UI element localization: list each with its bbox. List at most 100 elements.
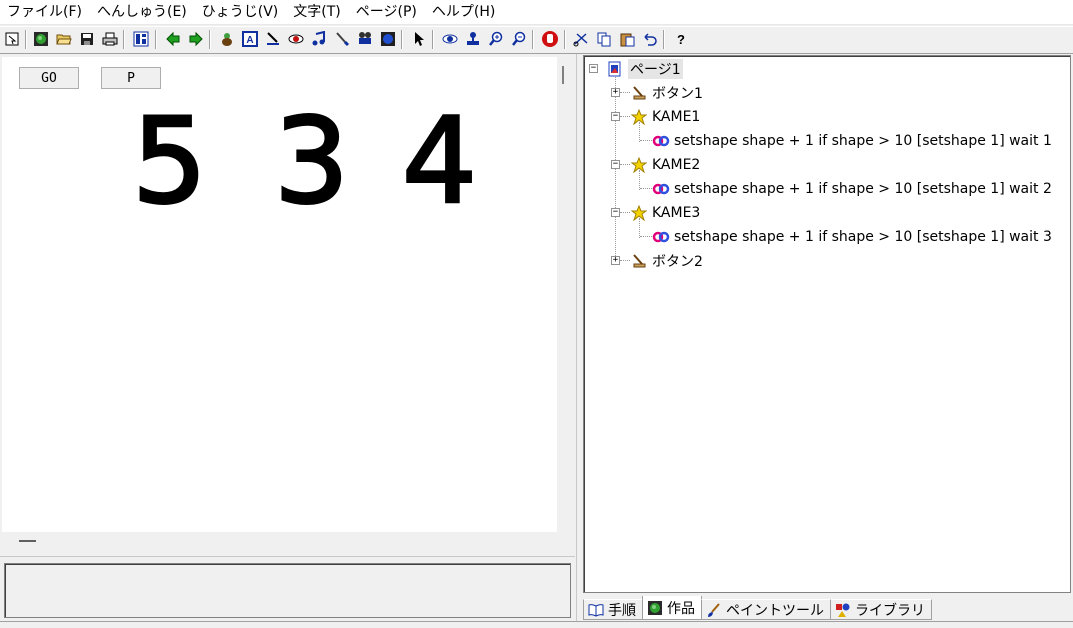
zoom-in-icon[interactable] xyxy=(486,29,506,49)
open-folder-icon[interactable] xyxy=(54,29,74,49)
tab-label: 手順 xyxy=(608,602,636,619)
toolbar-separator xyxy=(532,30,534,49)
record-icon[interactable] xyxy=(378,29,398,49)
divider xyxy=(0,556,575,557)
tree-connector xyxy=(620,116,630,117)
print-icon[interactable] xyxy=(100,29,120,49)
zoom-out-icon[interactable] xyxy=(509,29,529,49)
tree-label: KAME1 xyxy=(652,109,701,125)
toolbar-separator xyxy=(155,30,157,49)
svg-text:A: A xyxy=(246,35,253,46)
undo-icon[interactable] xyxy=(640,29,660,49)
tree-expander-button1[interactable]: + xyxy=(611,88,620,97)
tree-expander-kame3[interactable]: − xyxy=(611,208,620,217)
turtle-digit-1[interactable]: 5 xyxy=(130,101,208,222)
message-minimize-icon[interactable] xyxy=(19,540,36,542)
save-icon[interactable] xyxy=(77,29,97,49)
layout-icon[interactable] xyxy=(131,29,151,49)
tree-expander-kame2[interactable]: − xyxy=(611,160,620,169)
panel-tabs: 手順 作品 ペイントツール ライブラリ xyxy=(583,596,932,620)
paste-icon[interactable] xyxy=(617,29,637,49)
music-icon[interactable] xyxy=(309,29,329,49)
go-button[interactable]: GO xyxy=(19,67,79,89)
menu-edit[interactable]: へんしゅう(E) xyxy=(90,0,195,24)
toolbar-separator xyxy=(25,30,27,49)
button-object-icon xyxy=(630,252,648,270)
tree-item-page1[interactable]: ページ1 xyxy=(606,58,683,80)
tree-item-button2[interactable]: ボタン2 xyxy=(630,250,703,272)
stage-resize-handle[interactable] xyxy=(562,66,564,84)
toolbar-separator xyxy=(123,30,125,49)
help-icon[interactable]: ? xyxy=(671,29,691,49)
tree-item-kame1[interactable]: KAME1 xyxy=(630,106,700,128)
tree-label: ボタン2 xyxy=(652,254,703,270)
panel-splitter[interactable] xyxy=(576,54,581,627)
script-icon xyxy=(652,228,670,246)
turtle-icon[interactable] xyxy=(217,29,237,49)
turtle-object-icon xyxy=(630,156,648,174)
tree-label: KAME2 xyxy=(652,157,701,173)
toolbar-separator xyxy=(401,30,403,49)
button-object-icon xyxy=(630,84,648,102)
eye-shape-icon[interactable] xyxy=(286,29,306,49)
tab-works[interactable]: 作品 xyxy=(642,596,702,620)
forward-arrow-icon[interactable] xyxy=(186,29,206,49)
page-icon xyxy=(606,60,624,78)
eye-icon[interactable] xyxy=(440,29,460,49)
pointer-small-icon[interactable] xyxy=(2,29,22,49)
tree-connector xyxy=(640,188,652,189)
video-icon[interactable] xyxy=(355,29,375,49)
tree-connector xyxy=(620,164,630,165)
back-arrow-icon[interactable] xyxy=(163,29,183,49)
menu-text[interactable]: 文字(T) xyxy=(286,0,348,24)
tree-item-kame3[interactable]: KAME3 xyxy=(630,202,700,224)
tree-expander-root[interactable]: − xyxy=(589,64,598,73)
message-area[interactable] xyxy=(4,563,571,618)
tree-item-script2[interactable]: setshape shape + 1 if shape > 10 [setsha… xyxy=(652,178,1052,200)
pen-icon[interactable] xyxy=(263,29,283,49)
tree-label: setshape shape + 1 if shape > 10 [setsha… xyxy=(674,229,1052,245)
tab-library[interactable]: ライブラリ xyxy=(830,599,932,620)
menu-page[interactable]: ページ(P) xyxy=(349,0,425,24)
p-button[interactable]: P xyxy=(101,67,161,89)
toolbar-separator xyxy=(432,30,434,49)
tree-connector xyxy=(640,236,652,237)
menu-help[interactable]: ヘルプ(H) xyxy=(425,0,503,24)
copy-icon[interactable] xyxy=(594,29,614,49)
tab-label: 作品 xyxy=(667,600,695,617)
turtle-digit-2[interactable]: 3 xyxy=(272,101,350,222)
turtle-digit-3[interactable]: 4 xyxy=(400,101,478,222)
tab-procedure[interactable]: 手順 xyxy=(583,599,643,620)
brush-icon[interactable] xyxy=(332,29,352,49)
tab-paint-tool[interactable]: ペイントツール xyxy=(701,599,831,620)
script-icon xyxy=(652,180,670,198)
stop-hand-icon[interactable] xyxy=(540,29,560,49)
menu-view[interactable]: ひょうじ(V) xyxy=(195,0,287,24)
tree-item-script3[interactable]: setshape shape + 1 if shape > 10 [setsha… xyxy=(652,226,1052,248)
tree-label: ページ1 xyxy=(628,59,683,79)
toolbar: A ? xyxy=(0,26,1073,54)
tab-label: ペイントツール xyxy=(726,602,824,619)
object-tree: − + − − − + ページ1 ボタン1 KAME1 setshape sha… xyxy=(583,55,1071,593)
text-box-icon[interactable]: A xyxy=(240,29,260,49)
paintbrush-icon xyxy=(706,602,722,618)
cut-icon[interactable] xyxy=(571,29,591,49)
tree-expander-kame1[interactable]: − xyxy=(611,112,620,121)
script-icon xyxy=(652,132,670,150)
tree-item-kame2[interactable]: KAME2 xyxy=(630,154,700,176)
turtle-object-icon xyxy=(630,108,648,126)
menu-file[interactable]: ファイル(F) xyxy=(0,0,90,24)
globe-icon[interactable] xyxy=(31,29,51,49)
globe-icon xyxy=(647,600,663,616)
tree-label: ボタン1 xyxy=(652,86,703,102)
tree-expander-button2[interactable]: + xyxy=(611,256,620,265)
arrow-cursor-icon[interactable] xyxy=(409,29,429,49)
stamp-icon[interactable] xyxy=(463,29,483,49)
toolbar-separator xyxy=(564,30,566,49)
tree-item-script1[interactable]: setshape shape + 1 if shape > 10 [setsha… xyxy=(652,130,1052,152)
toolbar-separator xyxy=(663,30,665,49)
tree-item-button1[interactable]: ボタン1 xyxy=(630,82,703,104)
library-icon xyxy=(835,602,851,618)
tab-label: ライブラリ xyxy=(855,602,925,619)
stage-canvas[interactable]: GO P 5 3 4 xyxy=(2,57,557,532)
